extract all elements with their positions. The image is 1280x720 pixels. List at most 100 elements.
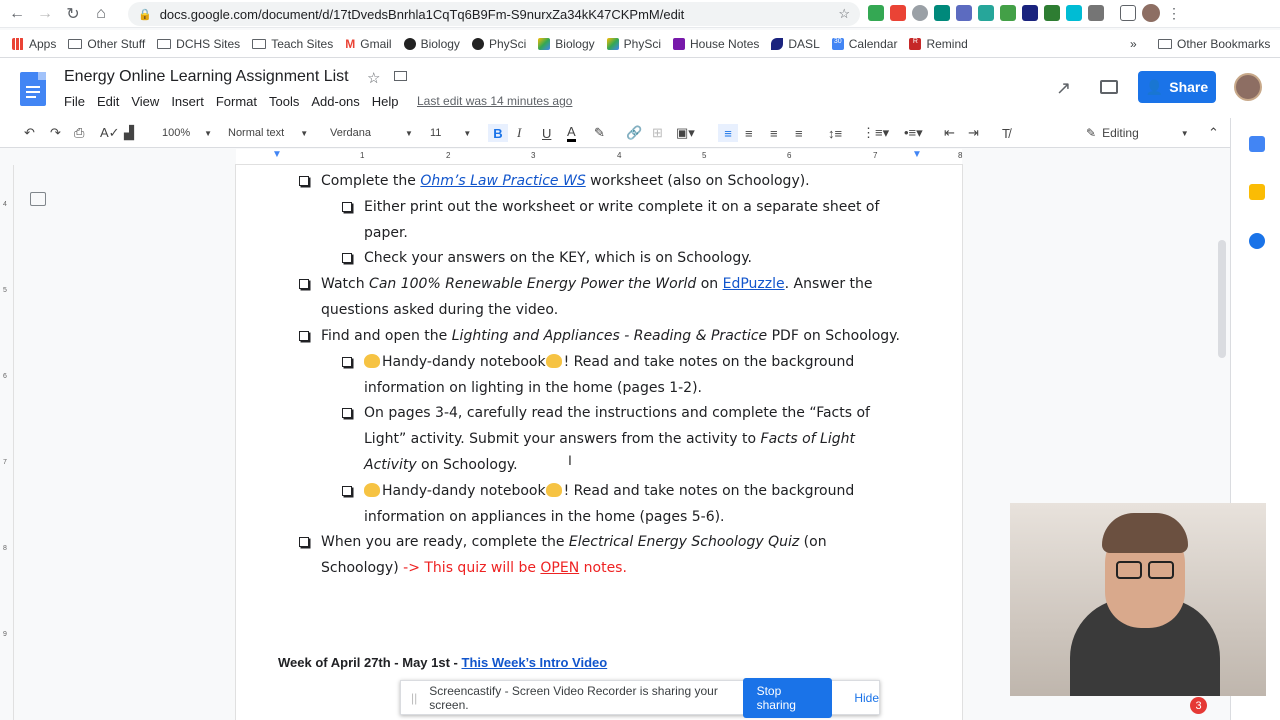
extension-icon[interactable] bbox=[1000, 5, 1016, 21]
extension-icon[interactable] bbox=[1044, 5, 1060, 21]
bookmark-gmail[interactable]: M Gmail bbox=[345, 37, 391, 51]
notification-badge[interactable]: 3 bbox=[1190, 697, 1207, 714]
drag-handle-icon[interactable]: || bbox=[411, 691, 417, 705]
bookmark-link[interactable]: House Notes bbox=[673, 37, 759, 51]
vertical-ruler: 4 5 6 7 8 9 bbox=[0, 165, 14, 720]
extension-icon[interactable] bbox=[1022, 5, 1038, 21]
italic-icon[interactable]: I bbox=[517, 124, 521, 142]
extension-icon[interactable] bbox=[956, 5, 972, 21]
waving-hand-icon bbox=[545, 354, 562, 368]
menu-view[interactable]: View bbox=[131, 94, 159, 109]
comment-icon[interactable] bbox=[1100, 80, 1118, 94]
home-icon[interactable]: ⌂ bbox=[90, 3, 112, 25]
menu-edit[interactable]: Edit bbox=[97, 94, 119, 109]
document-outline-icon[interactable] bbox=[30, 192, 46, 206]
line-spacing-icon[interactable]: ↕≡ bbox=[828, 124, 842, 142]
justify-icon[interactable]: ≡ bbox=[795, 124, 803, 142]
drive-extension-icon[interactable] bbox=[868, 5, 884, 21]
bookmark-folder[interactable]: DCHS Sites bbox=[157, 37, 240, 51]
undo-icon[interactable]: ↶ bbox=[24, 124, 35, 142]
style-select[interactable]: Normal text ▼ bbox=[228, 124, 308, 142]
clear-formatting-icon[interactable]: T̸ bbox=[1002, 124, 1010, 142]
editing-mode-select[interactable]: ✎ Editing ▼ bbox=[1086, 124, 1189, 142]
align-right-icon[interactable]: ≡ bbox=[770, 124, 778, 142]
hide-button[interactable]: Hide bbox=[854, 691, 879, 705]
menu-tools[interactable]: Tools bbox=[269, 94, 299, 109]
ohms-law-link[interactable]: Ohm’s Law Practice WS bbox=[420, 173, 585, 189]
bookmark-star-icon[interactable]: ☆ bbox=[838, 6, 850, 22]
calendar-icon[interactable] bbox=[1249, 136, 1265, 152]
activity-trend-icon[interactable]: ↗ bbox=[1056, 78, 1071, 99]
bookmark-folder[interactable]: Other Stuff bbox=[68, 37, 145, 51]
browser-toolbar: ← → ↻ ⌂ 🔒 docs.google.com/document/d/17t… bbox=[0, 0, 1280, 28]
star-icon[interactable]: ☆ bbox=[367, 69, 380, 87]
text-color-icon[interactable]: A bbox=[567, 124, 576, 142]
bookmark-link[interactable]: Biology bbox=[538, 37, 595, 51]
last-edit-link[interactable]: Last edit was 14 minutes ago bbox=[417, 94, 572, 108]
bookmark-link[interactable]: PhySci bbox=[471, 37, 526, 51]
link-icon[interactable]: 🔗 bbox=[626, 124, 642, 142]
bookmark-folder[interactable]: Teach Sites bbox=[252, 37, 333, 51]
document-title[interactable]: Energy Online Learning Assignment List bbox=[64, 68, 349, 86]
more-icon[interactable]: ⋮ bbox=[1166, 5, 1182, 21]
back-icon[interactable]: ← bbox=[6, 3, 28, 25]
stop-sharing-button[interactable]: Stop sharing bbox=[742, 677, 833, 718]
cast-icon[interactable] bbox=[1120, 5, 1136, 21]
intro-video-link[interactable]: This Week’s Intro Video bbox=[462, 655, 608, 670]
bookmark-link[interactable]: PhySci bbox=[606, 37, 661, 51]
extension-icon[interactable] bbox=[978, 5, 994, 21]
highlight-icon[interactable]: ✎ bbox=[594, 124, 605, 142]
bookmark-link[interactable]: Biology bbox=[403, 37, 460, 51]
extension-icon[interactable] bbox=[1066, 5, 1082, 21]
add-comment-icon[interactable]: ⊞ bbox=[652, 124, 663, 142]
account-avatar[interactable] bbox=[1234, 73, 1262, 101]
bookmarks-overflow-icon[interactable]: » bbox=[1130, 37, 1137, 51]
edpuzzle-link[interactable]: EdPuzzle bbox=[723, 276, 785, 292]
menu-help[interactable]: Help bbox=[372, 94, 399, 109]
move-folder-icon[interactable] bbox=[394, 71, 407, 81]
menu-addons[interactable]: Add-ons bbox=[311, 94, 359, 109]
docs-logo-icon[interactable] bbox=[20, 72, 46, 106]
font-size-select[interactable]: 11 ▼ bbox=[430, 124, 471, 142]
increase-indent-icon[interactable]: ⇥ bbox=[968, 124, 979, 142]
extension-icon[interactable] bbox=[1088, 5, 1104, 21]
reload-icon[interactable]: ↻ bbox=[62, 3, 84, 25]
decrease-indent-icon[interactable]: ⇤ bbox=[944, 124, 955, 142]
right-indent-marker[interactable]: ▼ bbox=[912, 149, 922, 160]
underline-icon[interactable]: U bbox=[542, 124, 551, 142]
left-indent-marker[interactable]: ▼ bbox=[272, 149, 282, 160]
bookmark-link[interactable]: R Remind bbox=[909, 37, 968, 51]
forward-icon[interactable]: → bbox=[34, 3, 56, 25]
keep-icon[interactable] bbox=[1249, 184, 1265, 200]
tasks-icon[interactable] bbox=[1249, 233, 1265, 249]
zoom-select[interactable]: 100% ▼ bbox=[162, 124, 212, 142]
insert-image-icon[interactable]: ▣▾ bbox=[676, 124, 695, 142]
menu-format[interactable]: Format bbox=[216, 94, 257, 109]
extension-icon[interactable] bbox=[912, 5, 928, 21]
share-button[interactable]: 👤 Share bbox=[1138, 71, 1216, 103]
spellcheck-icon[interactable]: A✓ bbox=[100, 124, 120, 142]
bookmark-link[interactable]: 30 Calendar bbox=[831, 37, 897, 51]
menu-file[interactable]: File bbox=[64, 94, 85, 109]
bulleted-list-icon[interactable]: •≡▾ bbox=[904, 124, 923, 142]
paint-format-icon[interactable]: ▟ bbox=[124, 124, 134, 142]
bookmark-other[interactable]: Other Bookmarks bbox=[1158, 37, 1270, 51]
align-left-icon[interactable]: ≡ bbox=[718, 124, 738, 142]
bookmark-link[interactable]: DASL bbox=[771, 37, 820, 51]
redo-icon[interactable]: ↷ bbox=[50, 124, 61, 142]
numbered-list-icon[interactable]: ⋮≡▾ bbox=[862, 124, 889, 142]
collapse-toolbar-icon[interactable]: ⌃ bbox=[1208, 124, 1219, 142]
menu-insert[interactable]: Insert bbox=[171, 94, 204, 109]
extension-icon[interactable] bbox=[890, 5, 906, 21]
align-center-icon[interactable]: ≡ bbox=[745, 124, 753, 142]
scrollbar[interactable] bbox=[1218, 240, 1226, 358]
bold-icon[interactable]: B bbox=[488, 124, 508, 142]
address-bar[interactable]: 🔒 docs.google.com/document/d/17tDvedsBnr… bbox=[128, 2, 860, 26]
print-icon[interactable]: ⎙ bbox=[74, 124, 84, 142]
notification-text: Screencastify - Screen Video Recorder is… bbox=[429, 683, 718, 712]
beta-extension-icon[interactable] bbox=[934, 5, 950, 21]
bookmark-apps[interactable]: Apps bbox=[12, 37, 56, 51]
font-select[interactable]: Verdana ▼ bbox=[330, 124, 413, 142]
profile-avatar[interactable] bbox=[1142, 4, 1160, 22]
ruler-number: 8 bbox=[958, 151, 963, 160]
